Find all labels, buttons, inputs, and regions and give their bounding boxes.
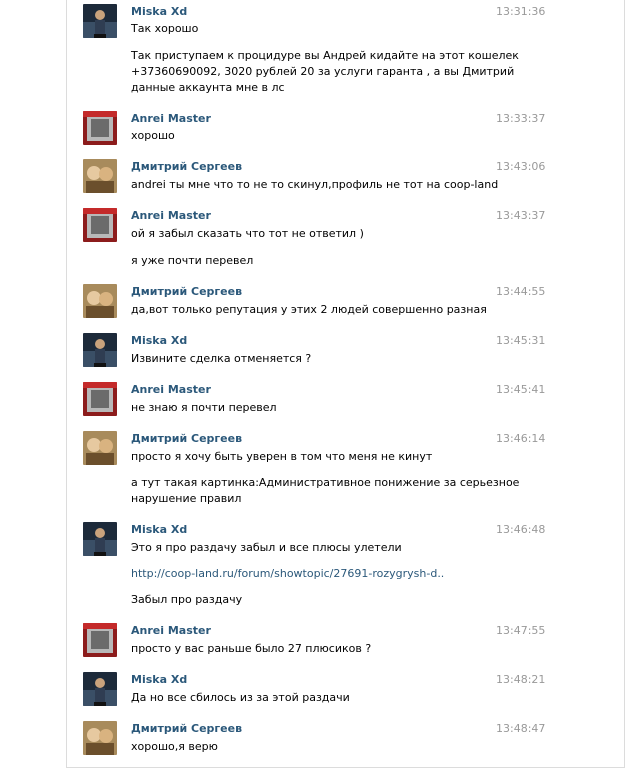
message-text: +37360690092, 3020 рублей 20 за услуги г… [131, 65, 515, 78]
message-text: Забыл про раздачу [131, 593, 243, 606]
avatar[interactable] [83, 4, 117, 38]
avatar[interactable] [83, 382, 117, 416]
author-name[interactable]: Anrei Master [131, 209, 211, 222]
message-text: Это я про раздачу забыл и все плюсы улет… [131, 541, 402, 554]
message-text: а тут такая картинка:Административное по… [131, 476, 520, 489]
avatar[interactable] [83, 208, 117, 242]
avatar[interactable] [83, 721, 117, 755]
message-time: 13:48:47 [496, 722, 546, 735]
author-name[interactable]: Miska Xd [131, 673, 187, 686]
avatar-miska-image [83, 672, 117, 706]
avatar-dmitry-image [83, 159, 117, 193]
message-text: Извините сделка отменяется ? [131, 352, 312, 365]
avatar-anrei-image [83, 382, 117, 416]
message-text: не знаю я почти перевел [131, 401, 277, 414]
message-text: данные аккаунта мне в лс [131, 81, 285, 94]
avatar[interactable] [83, 623, 117, 657]
message-time: 13:46:48 [496, 523, 546, 536]
author-name[interactable]: Дмитрий Сергеев [131, 432, 242, 445]
author-name[interactable]: Дмитрий Сергеев [131, 285, 242, 298]
message-time: 13:43:37 [496, 209, 546, 222]
author-name[interactable]: Anrei Master [131, 624, 211, 637]
message-link[interactable]: http://coop-land.ru/forum/showtopic/2769… [131, 566, 481, 582]
avatar[interactable] [83, 522, 117, 556]
message-text: да,вот только репутация у этих 2 людей с… [131, 303, 487, 316]
message-time: 13:45:31 [496, 334, 546, 347]
author-name[interactable]: Miska Xd [131, 523, 187, 536]
message-time: 13:44:55 [496, 285, 546, 298]
avatar-dmitry-image [83, 431, 117, 465]
avatar-dmitry-image [83, 721, 117, 755]
avatar[interactable] [83, 672, 117, 706]
avatar[interactable] [83, 284, 117, 318]
author-name[interactable]: Miska Xd [131, 5, 187, 18]
avatar-anrei-image [83, 208, 117, 242]
message-time: 13:33:37 [496, 112, 546, 125]
avatar-miska-image [83, 4, 117, 38]
avatar-anrei-image [83, 623, 117, 657]
message-text: хорошо [131, 129, 175, 142]
avatar[interactable] [83, 431, 117, 465]
message-text: ой я забыл сказать что тот не ответил ) [131, 227, 364, 240]
message-text: я уже почти перевел [131, 254, 254, 267]
avatar-miska-image [83, 522, 117, 556]
avatar-dmitry-image [83, 284, 117, 318]
avatar[interactable] [83, 159, 117, 193]
message-time: 13:48:21 [496, 673, 546, 686]
message-text: Так хорошо [131, 22, 199, 35]
message-text: просто у вас раньше было 27 плюсиков ? [131, 642, 372, 655]
author-name[interactable]: Дмитрий Сергеев [131, 722, 242, 735]
avatar[interactable] [83, 111, 117, 145]
message-text: просто я хочу быть уверен в том что меня… [131, 450, 433, 463]
author-name[interactable]: Miska Xd [131, 334, 187, 347]
message-time: 13:45:41 [496, 383, 546, 396]
avatar-miska-image [83, 333, 117, 367]
author-name[interactable]: Anrei Master [131, 112, 211, 125]
message-text: Так приступаем к процидуре вы Андрей кид… [131, 49, 519, 62]
message-time: 13:43:06 [496, 160, 546, 173]
avatar[interactable] [83, 333, 117, 367]
message-text: нарушение правил [131, 492, 242, 505]
author-name[interactable]: Anrei Master [131, 383, 211, 396]
message-text: хорошо,я верю [131, 740, 218, 753]
author-name[interactable]: Дмитрий Сергеев [131, 160, 242, 173]
message-time: 13:46:14 [496, 432, 546, 445]
message-text: Да но все сбилось из за этой раздачи [131, 691, 350, 704]
message-time: 13:47:55 [496, 624, 546, 637]
message-time: 13:31:36 [496, 5, 546, 18]
message-text: andrei ты мне что то не то скинул,профил… [131, 178, 499, 191]
avatar-anrei-image [83, 111, 117, 145]
